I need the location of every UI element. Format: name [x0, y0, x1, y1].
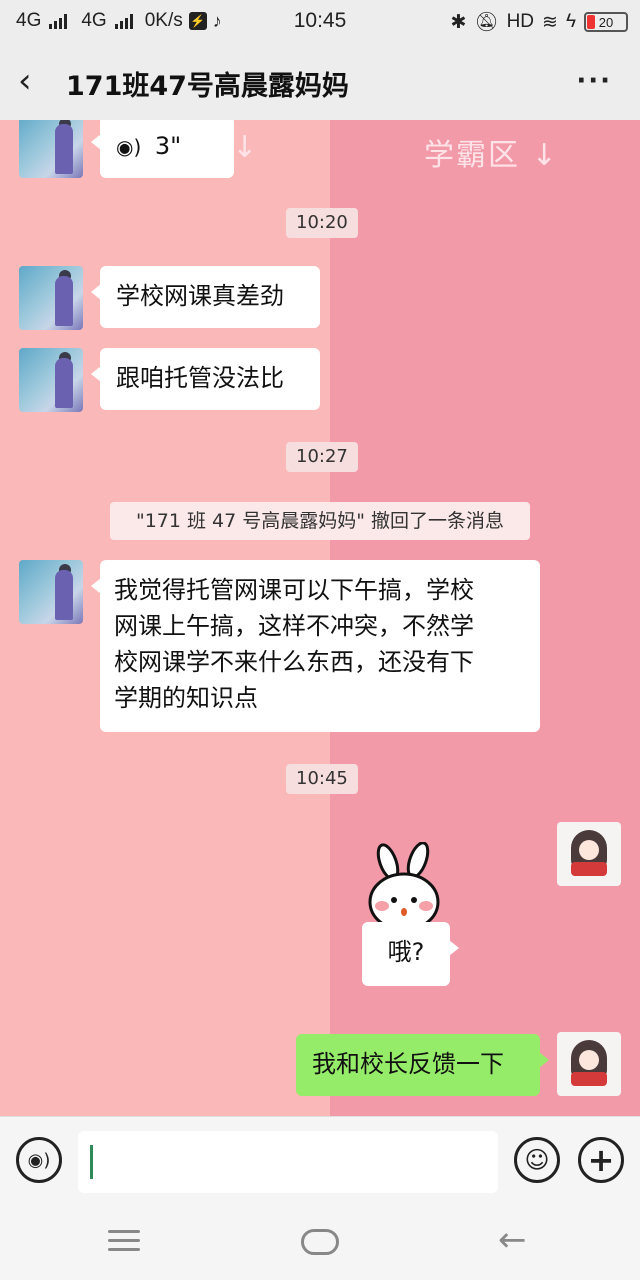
plus-icon: + [587, 1141, 615, 1179]
message-bubble[interactable]: 跟咱托管没法比 [91, 348, 320, 410]
menu-line [108, 1230, 140, 1233]
avatar-figure [55, 276, 73, 326]
nav-menu-button[interactable] [108, 1230, 140, 1252]
wifi-icon: ≋ [542, 11, 558, 33]
input-bar: ◉) ☺ + [0, 1116, 640, 1204]
avatar[interactable] [19, 560, 83, 624]
emoji-button[interactable]: ☺ [514, 1137, 560, 1183]
avatar[interactable] [19, 348, 83, 412]
status-bar: 4G 4G 0K/s ⚡ ♪ 10:45 ✱ 🔕︎ HD ≋ ϟ 20 [0, 0, 640, 44]
voice-wave-icon: ◉) [27, 1149, 51, 1171]
chat-area[interactable]: ↓ 学霸区 ↓ ◉) 3" 10:20 学校网课真差劲 跟咱托管没法比 10:2… [0, 120, 640, 1116]
charging-icon: ϟ [565, 11, 576, 32]
timestamp: 10:27 [286, 442, 358, 472]
message-line: 校网课学不来什么东西，还没有下 [114, 648, 474, 676]
system-nav-bar: ← [0, 1204, 640, 1280]
smiley-icon: ☺ [524, 1146, 550, 1174]
background-zone-label: 学霸区 ↓ [424, 130, 559, 174]
chat-title: 171班47号高晨露妈妈 [66, 71, 349, 102]
voice-message[interactable]: ◉) 3" [91, 120, 234, 178]
self-avatar[interactable] [557, 822, 621, 886]
zone-label-text: 学霸区 [424, 138, 520, 173]
timestamp: 10:20 [286, 208, 358, 238]
recall-notice: "171 班 47 号高晨露妈妈" 撤回了一条消息 [110, 502, 530, 540]
reply-text: 哦? [387, 938, 425, 966]
bluetooth-icon: ✱ [450, 11, 467, 33]
mute-icon: 🔕︎ [474, 12, 499, 33]
hd-label: HD [506, 11, 535, 32]
message-line: 我觉得托管网课可以下午搞，学校 [114, 576, 474, 604]
avatar-face [579, 1050, 599, 1070]
more-dots-icon: ··· [576, 66, 612, 96]
nav-home-button[interactable] [301, 1229, 339, 1255]
timestamp: 10:45 [286, 764, 358, 794]
more-button[interactable]: ··· [576, 66, 612, 96]
message-bubble-long[interactable]: 我觉得托管网课可以下午搞，学校 网课上午搞，这样不冲突，不然学 校网课学不来什么… [91, 560, 540, 732]
battery-level: 20 [598, 14, 614, 30]
background-arrow: ↓ [232, 130, 258, 165]
avatar[interactable] [19, 266, 83, 330]
status-right: ✱ 🔕︎ HD ≋ ϟ 20 [451, 10, 628, 34]
avatar-scarf [571, 1072, 607, 1086]
avatar-face [579, 840, 599, 860]
voice-input-button[interactable]: ◉) [16, 1137, 62, 1183]
message-input[interactable] [78, 1131, 498, 1193]
avatar-figure [55, 358, 73, 408]
back-button[interactable]: ‹ [18, 64, 48, 100]
battery-icon: 20 [584, 12, 628, 32]
more-actions-button[interactable]: + [578, 1137, 624, 1183]
reply-bubble[interactable]: 哦? [362, 922, 459, 986]
chevron-left-icon: ‹ [18, 61, 32, 101]
zone-arrow: ↓ [531, 138, 559, 173]
back-arrow-icon: ← [498, 1220, 527, 1260]
avatar-figure [55, 570, 73, 620]
text-cursor [90, 1145, 93, 1179]
voice-wave-icon: ◉) [116, 135, 142, 159]
avatar[interactable] [19, 120, 83, 178]
menu-line [108, 1239, 140, 1242]
bunny-sticker [368, 842, 440, 932]
voice-duration: 3" [154, 132, 182, 160]
self-message-bubble[interactable]: 我和校长反馈一下 [296, 1034, 549, 1096]
title-bar: ‹ 171班47号高晨露妈妈 ··· [0, 44, 640, 120]
menu-line [108, 1248, 140, 1251]
nav-back-button[interactable]: ← [498, 1220, 527, 1260]
avatar-figure [55, 124, 73, 174]
message-line: 学期的知识点 [114, 684, 258, 712]
avatar-scarf [571, 862, 607, 876]
message-bubble[interactable]: 学校网课真差劲 [91, 266, 320, 328]
self-avatar[interactable] [557, 1032, 621, 1096]
message-line: 网课上午搞，这样不冲突，不然学 [114, 612, 474, 640]
